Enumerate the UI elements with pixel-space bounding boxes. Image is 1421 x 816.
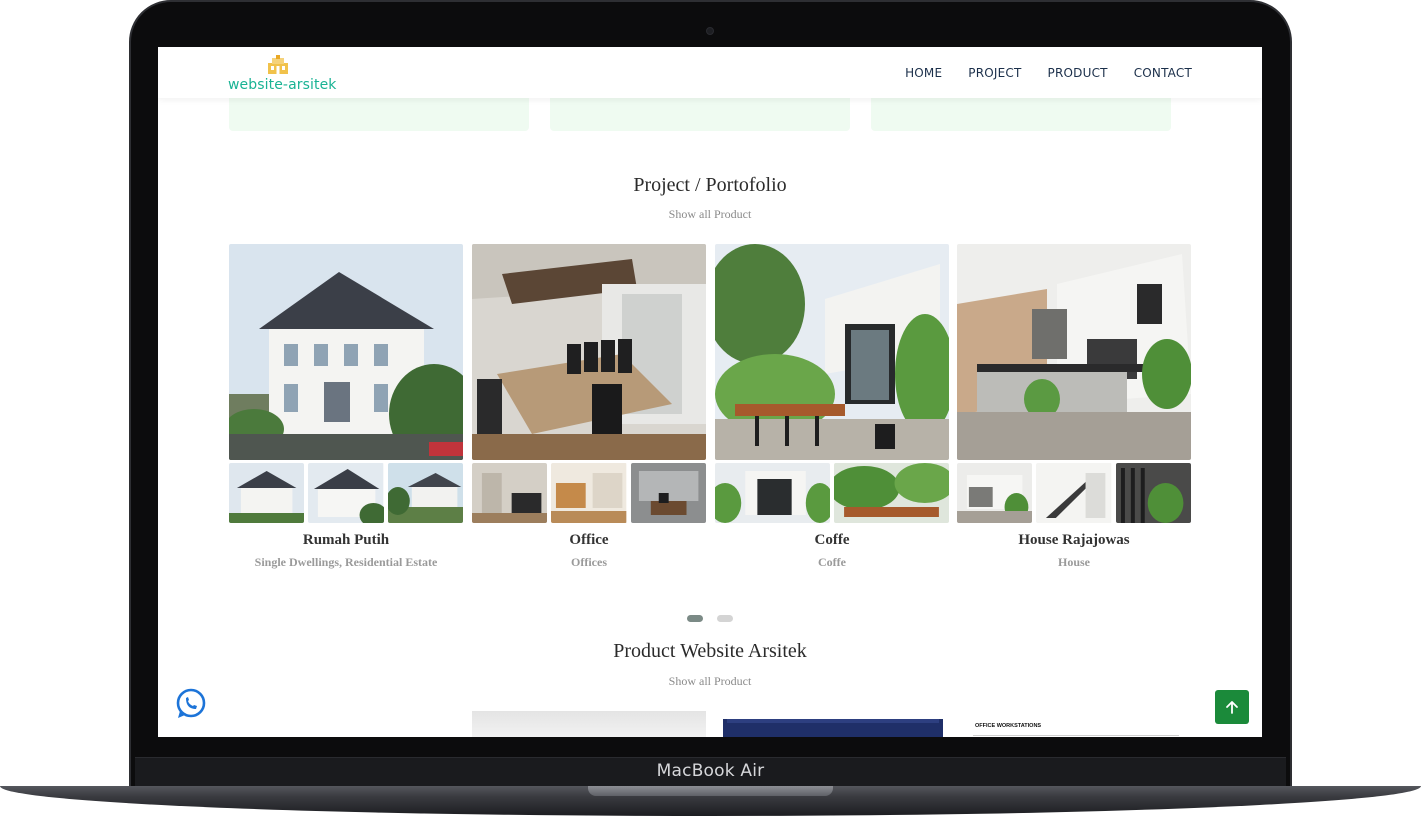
arrow-up-icon <box>1226 701 1238 714</box>
products-show-all-link[interactable]: Show all Product <box>158 674 1262 689</box>
feature-card-stub <box>229 98 529 131</box>
projects-title: Project / Portofolio <box>633 174 787 196</box>
project-thumbnail[interactable] <box>229 463 305 523</box>
project-thumbnail[interactable] <box>957 463 1033 523</box>
project-thumbnail[interactable] <box>308 463 384 523</box>
project-category: Single Dwellings, Residential Estate <box>254 555 438 569</box>
browser-screen: website-arsitek HOME PROJECT PRODUCT CON… <box>158 47 1262 737</box>
product-card[interactable] <box>472 711 706 737</box>
project-thumbnail[interactable] <box>1115 463 1191 523</box>
project-category: Coffe <box>818 555 846 569</box>
nav-menu: HOME PROJECT PRODUCT CONTACT <box>905 66 1192 80</box>
site-logo[interactable]: website-arsitek <box>228 55 338 95</box>
products-title: Product Website Arsitek <box>613 640 807 662</box>
project-main-photo[interactable] <box>715 244 949 460</box>
product-card[interactable] <box>723 711 943 737</box>
project-card[interactable]: Office Offices <box>472 244 706 570</box>
product-card[interactable]: OFFICE WORKSTATIONS <box>969 711 1179 737</box>
nav-project[interactable]: PROJECT <box>968 66 1021 80</box>
project-thumbnail[interactable] <box>834 463 949 523</box>
laptop-notch <box>588 786 833 796</box>
navbar: website-arsitek HOME PROJECT PRODUCT CON… <box>158 47 1262 98</box>
project-main-photo[interactable] <box>957 244 1191 460</box>
project-card[interactable]: Coffe Coffe <box>715 244 949 570</box>
project-category: Offices <box>571 555 607 569</box>
logo-text: website-arsitek <box>228 77 337 93</box>
nav-home[interactable]: HOME <box>905 66 942 80</box>
project-thumbnails <box>715 463 949 523</box>
camera <box>706 27 714 35</box>
project-name: Office <box>569 532 609 548</box>
project-main-photo[interactable] <box>472 244 706 460</box>
carousel-dot-1[interactable] <box>687 615 703 622</box>
nav-contact[interactable]: CONTACT <box>1134 66 1192 80</box>
scroll-to-top-button[interactable] <box>1215 690 1249 724</box>
project-thumbnail[interactable] <box>630 463 706 523</box>
nav-product[interactable]: PRODUCT <box>1048 66 1108 80</box>
project-card[interactable]: House Rajajowas House <box>957 244 1191 570</box>
project-thumbnail[interactable] <box>472 463 548 523</box>
projects-show-all-link[interactable]: Show all Product <box>158 207 1262 222</box>
project-thumbnails <box>472 463 706 523</box>
house-rajajowas-photo <box>957 244 1191 460</box>
project-thumbnails <box>229 463 463 523</box>
device-label: MacBook Air <box>656 761 765 781</box>
project-thumbnail[interactable] <box>551 463 627 523</box>
coffee-shop-photo <box>715 244 949 460</box>
carousel-indicators <box>158 615 1262 622</box>
project-thumbnails <box>957 463 1191 523</box>
feature-card-stub <box>871 98 1171 131</box>
project-card[interactable]: Rumah Putih Single Dwellings, Residentia… <box>229 244 463 570</box>
project-name: House Rajajowas <box>1018 532 1130 548</box>
house-photo <box>229 244 463 460</box>
office-photo <box>472 244 706 460</box>
carousel-dot-2[interactable] <box>717 615 733 622</box>
whatsapp-icon <box>176 688 206 718</box>
project-name: Rumah Putih <box>302 532 390 548</box>
project-main-photo[interactable] <box>229 244 463 460</box>
project-thumbnail[interactable] <box>715 463 830 523</box>
whatsapp-button[interactable] <box>174 687 208 721</box>
logo-building-icon <box>268 55 288 74</box>
product-peek-label: OFFICE WORKSTATIONS <box>975 723 1042 729</box>
project-category: House <box>1057 555 1090 569</box>
project-thumbnail[interactable] <box>387 463 463 523</box>
project-name: Coffe <box>814 532 850 548</box>
feature-card-stub <box>550 98 850 131</box>
project-thumbnail[interactable] <box>1036 463 1112 523</box>
